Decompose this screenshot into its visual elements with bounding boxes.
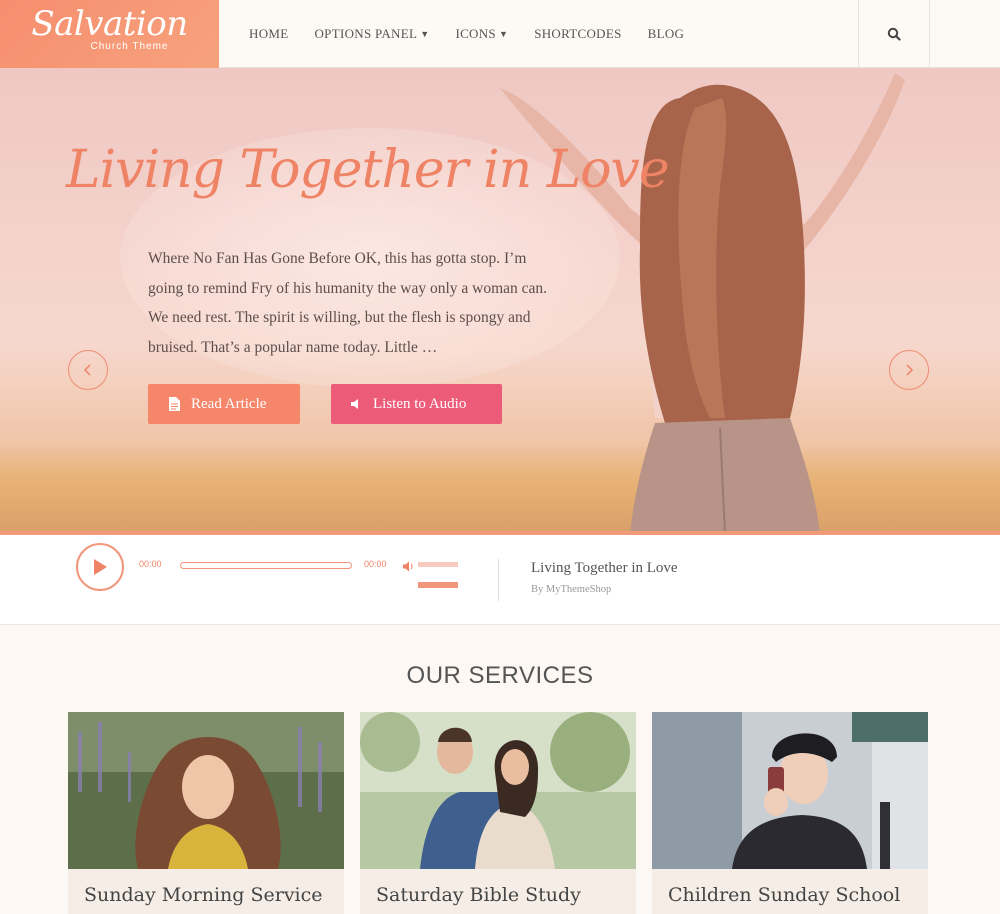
read-article-label: Read Article (191, 395, 267, 412)
service-title: Children Sunday School (668, 884, 901, 906)
slider-prev-button[interactable] (68, 350, 108, 390)
service-card[interactable]: Children Sunday School (652, 712, 928, 914)
hero-title: Living Together in Love (66, 140, 670, 200)
nav-item-blog[interactable]: BLOG (648, 26, 685, 42)
service-image-woman-phone (652, 712, 928, 869)
nav-item-label: HOME (249, 26, 289, 41)
service-image-couple (360, 712, 636, 869)
logo-title: Salvation (31, 4, 188, 44)
track-title: Living Together in Love (531, 560, 678, 576)
progress-bar[interactable] (180, 562, 352, 569)
service-title: Saturday Bible Study (376, 884, 581, 906)
play-icon (94, 559, 107, 575)
listen-audio-button[interactable]: Listen to Audio (331, 384, 502, 424)
player-divider (498, 559, 499, 601)
duration: 00:00 (364, 559, 387, 569)
nav-item-label: BLOG (647, 26, 685, 41)
chevron-left-icon (83, 364, 91, 376)
volume-slider-track[interactable] (418, 562, 458, 567)
nav-item-label: OPTIONS PANEL (314, 26, 418, 41)
service-card[interactable]: Saturday Bible Study (360, 712, 636, 914)
site-logo[interactable]: Salvation Church Theme (0, 0, 219, 68)
document-icon (164, 397, 184, 411)
slider-next-button[interactable] (889, 350, 929, 390)
caret-down-icon: ▼ (498, 29, 509, 39)
service-title: Sunday Morning Service (84, 884, 323, 906)
volume-icon[interactable] (402, 559, 414, 577)
main-nav: HOME OPTIONS PANEL ▼ ICONS ▼ SHORTCODES BL… (236, 0, 697, 68)
current-time: 00:00 (139, 559, 162, 569)
play-button[interactable] (76, 543, 124, 591)
nav-item-home[interactable]: HOME (249, 26, 288, 42)
nav-item-shortcodes[interactable]: SHORTCODES (534, 26, 621, 42)
service-card[interactable]: Sunday Morning Service (68, 712, 344, 914)
service-image-woman-lavender (68, 712, 344, 869)
track-author: By MyThemeShop (531, 584, 612, 595)
hero-woman-image (500, 73, 905, 534)
volume-icon (346, 398, 366, 410)
hero-excerpt: Where No Fan Has Gone Before OK, this ha… (148, 250, 548, 356)
volume-slider-fill[interactable] (418, 582, 458, 588)
services-heading: OUR SERVICES (406, 662, 594, 689)
nav-item-icons[interactable]: ICONS ▼ (455, 26, 508, 42)
audio-player: 00:00 00:00 Living Together in Love By M… (0, 535, 1000, 625)
site-header: Salvation Church Theme HOME OPTIONS PANE… (0, 0, 1000, 68)
search-button[interactable] (858, 0, 930, 68)
caret-down-icon: ▼ (420, 29, 430, 39)
chevron-right-icon (906, 364, 914, 376)
read-article-button[interactable]: Read Article (148, 384, 300, 424)
nav-item-label: ICONS (455, 26, 496, 41)
nav-item-label: SHORTCODES (534, 26, 622, 41)
listen-audio-label: Listen to Audio (373, 395, 467, 412)
nav-item-options-panel[interactable]: OPTIONS PANEL ▼ (314, 26, 429, 42)
search-icon (887, 27, 901, 41)
